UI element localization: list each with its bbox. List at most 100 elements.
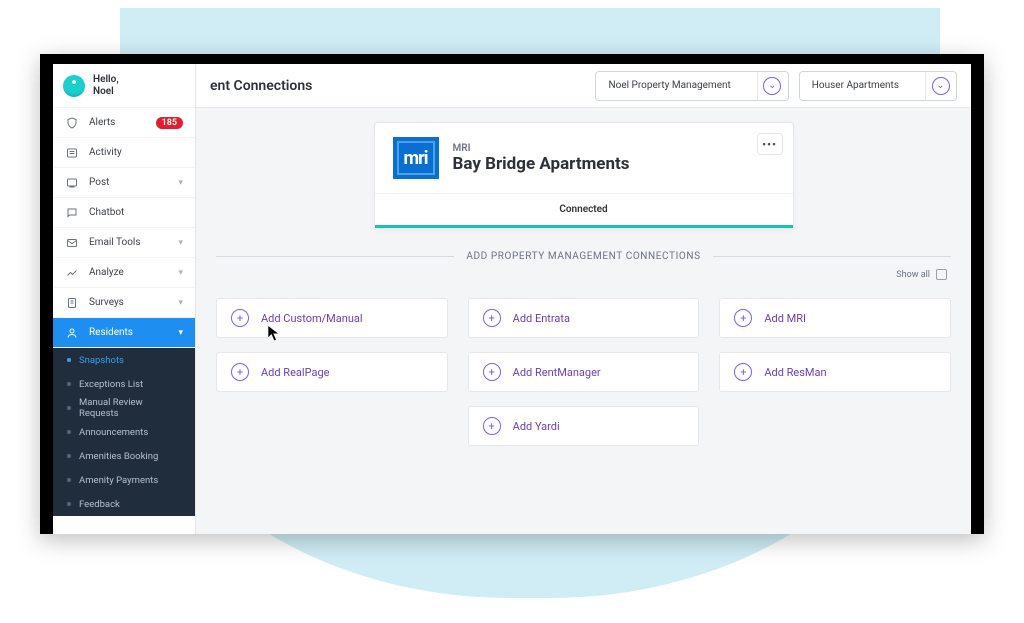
tile-label: Add MRI [764, 312, 806, 325]
property-selector[interactable]: Houser Apartments ⌄ [799, 71, 957, 101]
sidebar-header: Hello, Noel [53, 64, 195, 108]
plus-icon: + [734, 363, 752, 381]
show-all-toggle[interactable]: Show all [896, 269, 947, 280]
nav-activity[interactable]: Activity [53, 138, 195, 168]
property-selector-toggle[interactable]: ⌄ [925, 72, 955, 100]
connection-card: ••• mri MRI Bay Bridge Apartments Connec… [374, 122, 794, 229]
residents-subnav: Snapshots Exceptions List Manual Review … [53, 348, 195, 516]
add-entrata-tile[interactable]: + Add Entrata [468, 298, 700, 338]
nav-analyze[interactable]: Analyze ▾ [53, 258, 195, 288]
nav-label: Activity [89, 147, 183, 158]
chevron-down-icon: ▾ [178, 178, 183, 188]
list-icon [65, 147, 79, 159]
shield-icon [65, 117, 79, 129]
plus-icon: + [483, 309, 501, 327]
card-titles: MRI Bay Bridge Apartments [453, 143, 630, 174]
nav-label: Email Tools [89, 237, 168, 248]
tile-label: Add RealPage [261, 366, 329, 379]
tile-label: Add Entrata [513, 312, 570, 325]
main-panel: ent Connections Noel Property Management… [196, 64, 971, 534]
card-menu-button[interactable]: ••• [757, 133, 783, 155]
subnav-label: Snapshots [79, 355, 124, 366]
section-heading: ADD PROPERTY MANAGEMENT CONNECTIONS [466, 251, 700, 262]
add-yardi-tile[interactable]: + Add Yardi [468, 406, 700, 446]
plus-icon: + [231, 309, 249, 327]
provider-label: MRI [453, 143, 630, 154]
plus-icon: + [483, 363, 501, 381]
subnav-announcements[interactable]: Announcements [53, 420, 195, 444]
nav-label: Analyze [89, 267, 168, 278]
chevron-down-icon: ▾ [178, 298, 183, 308]
nav-chatbot[interactable]: Chatbot [53, 198, 195, 228]
property-name: Bay Bridge Apartments [453, 154, 630, 174]
subnav-feedback[interactable]: Feedback [53, 492, 195, 516]
show-all-label: Show all [896, 270, 930, 280]
subnav-manual-review[interactable]: Manual Review Requests [53, 396, 195, 420]
post-icon [65, 177, 79, 189]
company-selector[interactable]: Noel Property Management ⌄ [595, 71, 788, 101]
plus-icon: + [231, 363, 249, 381]
nav-label: Residents [89, 327, 168, 338]
tile-label: Add Yardi [513, 420, 560, 433]
add-custom-tile[interactable]: + Add Custom/Manual [216, 298, 448, 338]
greeting: Hello, Noel [93, 74, 119, 97]
residents-icon [65, 327, 79, 339]
mail-icon [65, 237, 79, 249]
chevron-down-icon: ⌄ [763, 77, 781, 95]
page-title: ent Connections [210, 78, 585, 94]
tile-label: Add RentManager [513, 366, 601, 379]
add-realpage-tile[interactable]: + Add RealPage [216, 352, 448, 392]
avatar[interactable] [63, 75, 85, 97]
app-shell: Hello, Noel Alerts 185 Activity [53, 64, 971, 534]
plus-icon: + [483, 417, 501, 435]
divider-line [713, 256, 951, 257]
primary-nav: Alerts 185 Activity Post ▾ [53, 108, 195, 516]
nav-surveys[interactable]: Surveys ▾ [53, 288, 195, 318]
company-selector-toggle[interactable]: ⌄ [757, 72, 787, 100]
tile-label: Add ResMan [764, 366, 826, 379]
survey-icon [65, 297, 79, 309]
nav-post[interactable]: Post ▾ [53, 168, 195, 198]
add-rentmanager-tile[interactable]: + Add RentManager [468, 352, 700, 392]
alerts-badge: 185 [156, 117, 183, 129]
nav-alerts[interactable]: Alerts 185 [53, 108, 195, 138]
nav-label: Alerts [89, 117, 146, 128]
sidebar: Hello, Noel Alerts 185 Activity [53, 64, 196, 534]
chevron-down-icon: ⌄ [932, 77, 950, 95]
chevron-down-icon: ▾ [178, 268, 183, 278]
content-area: ••• mri MRI Bay Bridge Apartments Connec… [196, 108, 971, 534]
subnav-snapshots[interactable]: Snapshots [53, 348, 195, 372]
logo-text: mri [404, 148, 428, 169]
nav-residents[interactable]: Residents ▾ [53, 318, 195, 348]
chart-icon [65, 267, 79, 279]
user-name: Noel [93, 86, 114, 97]
subnav-label: Amenities Booking [79, 451, 158, 462]
nav-label: Post [89, 177, 168, 188]
subnav-label: Amenity Payments [79, 475, 158, 486]
divider-line [216, 256, 454, 257]
nav-email-tools[interactable]: Email Tools ▾ [53, 228, 195, 258]
section-divider: ADD PROPERTY MANAGEMENT CONNECTIONS Show… [216, 251, 951, 262]
cursor-icon [267, 324, 281, 346]
subnav-label: Feedback [79, 499, 120, 510]
greeting-text: Hello, [93, 74, 119, 85]
subnav-amenities-booking[interactable]: Amenities Booking [53, 444, 195, 468]
mri-logo: mri [393, 137, 439, 179]
subnav-label: Exceptions List [79, 379, 143, 390]
topbar: ent Connections Noel Property Management… [196, 64, 971, 108]
add-mri-tile[interactable]: + Add MRI [719, 298, 951, 338]
ellipsis-icon: ••• [762, 138, 777, 151]
plus-icon: + [734, 309, 752, 327]
property-selector-label: Houser Apartments [800, 72, 925, 100]
subnav-label: Manual Review Requests [79, 397, 183, 419]
subnav-exceptions[interactable]: Exceptions List [53, 372, 195, 396]
checkbox-icon [936, 269, 947, 280]
chevron-down-icon: ▾ [178, 238, 183, 248]
chat-icon [65, 207, 79, 219]
status-underline [375, 225, 793, 228]
nav-label: Chatbot [89, 207, 183, 218]
add-resman-tile[interactable]: + Add ResMan [719, 352, 951, 392]
tile-label: Add Custom/Manual [261, 312, 363, 325]
subnav-amenity-payments[interactable]: Amenity Payments [53, 468, 195, 492]
company-selector-label: Noel Property Management [596, 72, 756, 100]
